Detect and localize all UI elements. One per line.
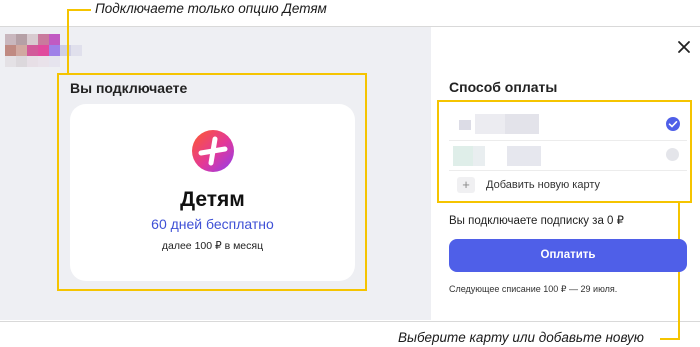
card-number-obscured [505,114,539,134]
radio-button[interactable] [666,148,679,161]
highlight-box-right [690,100,692,203]
card-number-obscured [459,120,471,130]
pay-button[interactable]: Оплатить [449,239,687,272]
highlight-box-left [57,289,367,291]
add-icon[interactable]: + [457,177,475,193]
annotation-line [67,9,91,11]
annotation-bottom: Выберите карту или добавьте новую [398,330,644,345]
next-charge-text: Следующее списание 100 ₽ — 29 июля. [449,284,618,294]
annotation-top: Подключаете только опцию Детям [95,1,327,16]
payment-card-option[interactable] [449,108,687,140]
card-number-obscured [473,146,485,166]
selected-check-icon [666,117,680,131]
highlight-box-right [437,100,439,203]
highlight-box-right [437,100,692,102]
highlight-box-left [57,73,367,75]
annotation-line [67,9,69,75]
card-number-obscured [507,146,541,166]
selection-heading: Вы подключаете [70,80,188,96]
divider [449,170,687,171]
right-panel [431,27,700,320]
highlight-box-left [57,73,59,291]
subscription-text: Вы подключаете подписку за 0 ₽ [449,215,624,227]
service-logo [5,34,85,67]
product-title: Детям [180,188,245,211]
add-card-link[interactable]: Добавить новую карту [486,179,600,191]
highlight-box-right [437,201,692,203]
highlight-box-left [365,73,367,291]
card-number-obscured [475,114,505,134]
payment-card-option[interactable] [449,140,687,172]
product-offer: 60 дней бесплатно [151,216,274,232]
product-price: далее 100 ₽ в месяц [161,240,264,252]
plus-logo-icon [192,130,234,172]
close-icon[interactable] [676,39,692,55]
card-number-obscured [453,146,473,166]
annotation-line [660,338,680,340]
payment-method-heading: Способ оплаты [449,79,558,95]
